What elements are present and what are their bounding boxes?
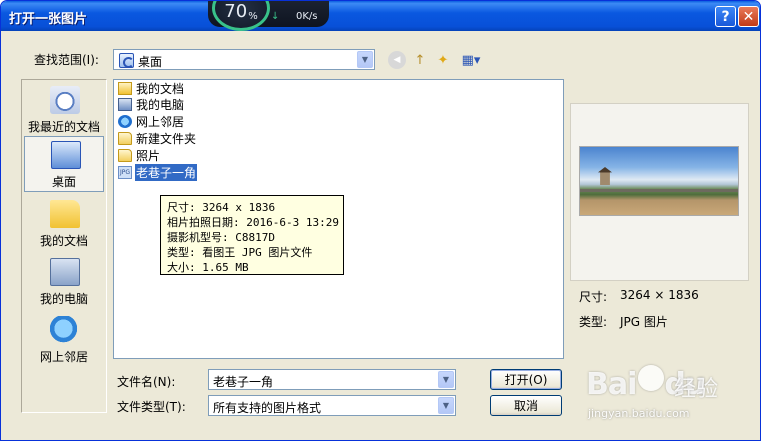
my-documents-icon xyxy=(118,81,132,95)
open-button[interactable]: 打开(O) xyxy=(490,369,562,390)
list-item[interactable]: 我的电脑 xyxy=(118,96,185,112)
speed-percent: 70 xyxy=(224,1,248,22)
tooltip-file-type: 类型: 看图王 JPG 图片文件 xyxy=(167,246,313,259)
new-folder-icon[interactable]: ✦ xyxy=(434,51,452,69)
watermark-url: jingyan.baidu.com xyxy=(588,407,690,420)
preview-type-value: JPG 图片 xyxy=(620,315,668,329)
places-bar: 我最近的文档 桌面 我的文档 我的电脑 网上邻居 xyxy=(21,79,107,413)
preview-type-label: 类型: xyxy=(579,315,608,329)
look-in-value: 桌面 xyxy=(138,55,163,69)
file-name: 新建文件夹 xyxy=(136,131,197,146)
preview-size-label: 尺寸: xyxy=(579,290,608,304)
filetype-combobox[interactable]: 所有支持的图片格式 ▼ xyxy=(208,395,456,416)
speed-percent-sign: % xyxy=(248,11,258,22)
tooltip-camera-model: 摄影机型号: C8817D xyxy=(167,231,275,244)
help-button[interactable]: ? xyxy=(715,6,736,27)
places-item-label: 我最近的文档 xyxy=(27,120,100,134)
places-item-label: 我的文档 xyxy=(39,234,88,248)
window-title: 打开一张图片 xyxy=(9,12,88,27)
list-item[interactable]: 照片 xyxy=(118,147,161,163)
my-documents-icon xyxy=(50,200,80,228)
places-item-label: 网上邻居 xyxy=(39,350,88,364)
places-item-my-computer[interactable]: 我的电脑 xyxy=(24,254,104,310)
desktop-icon xyxy=(51,141,81,169)
file-name: 网上邻居 xyxy=(136,114,185,129)
chevron-down-icon[interactable]: ▼ xyxy=(357,51,373,68)
look-in-label: 查找范围(I): xyxy=(34,53,99,67)
preview-size-value: 3264 × 1836 xyxy=(620,288,699,302)
title-bar[interactable]: 打开一张图片 ? ✕ xyxy=(1,1,760,31)
pavilion-shape xyxy=(598,167,612,185)
image-preview-pane xyxy=(570,103,749,281)
chevron-down-icon[interactable]: ▼ xyxy=(438,371,454,388)
paw-icon xyxy=(638,365,664,391)
places-item-recent[interactable]: 我最近的文档 xyxy=(24,82,104,138)
filetype-value: 所有支持的图片格式 xyxy=(213,401,322,415)
file-info-tooltip: 尺寸: 3264 x 1836 相片拍照日期: 2016-6-3 13:29 摄… xyxy=(160,195,344,275)
filename-input[interactable]: 老巷子一角 xyxy=(213,373,273,390)
cancel-button[interactable]: 取消 xyxy=(490,395,562,416)
preview-thumbnail xyxy=(579,146,739,216)
open-button-label: 打开(O) xyxy=(504,373,548,387)
places-item-desktop[interactable]: 桌面 xyxy=(24,136,104,192)
folder-icon xyxy=(118,148,132,162)
back-icon[interactable]: ◀ xyxy=(388,51,406,69)
baidu-jingyan-watermark: Bai du 经验 jingyan.baidu.com xyxy=(586,363,756,433)
jpg-file-icon: JPG xyxy=(118,165,132,179)
places-item-my-documents[interactable]: 我的文档 xyxy=(24,196,104,252)
network-speed-widget[interactable]: 70% ↓ 0K/s xyxy=(208,1,329,31)
filename-label: 文件名(N): xyxy=(117,375,176,389)
view-menu-icon[interactable]: ▦▾ xyxy=(458,51,484,69)
places-item-label: 桌面 xyxy=(51,175,76,189)
my-computer-icon xyxy=(50,258,80,286)
file-name: 我的文档 xyxy=(136,81,185,96)
network-places-icon xyxy=(50,316,80,344)
tooltip-date-taken: 相片拍照日期: 2016-6-3 13:29 xyxy=(167,216,339,229)
open-image-dialog: 打开一张图片 ? ✕ 70% ↓ 0K/s 查找范围(I): 桌面 ▼ ◀ ↑ … xyxy=(0,0,761,441)
close-icon: ✕ xyxy=(742,8,755,25)
close-button[interactable]: ✕ xyxy=(738,6,759,27)
list-item[interactable]: 网上邻居 xyxy=(118,113,185,129)
tooltip-file-size: 大小: 1.65 MB xyxy=(167,261,249,274)
tooltip-dimensions: 尺寸: 3264 x 1836 xyxy=(167,201,276,214)
speed-gauge: 70% xyxy=(212,1,270,31)
file-name: 我的电脑 xyxy=(136,97,185,112)
desktop-icon xyxy=(119,53,134,68)
list-item[interactable]: 我的文档 xyxy=(118,80,185,96)
list-item-selected[interactable]: JPG 老巷子一角 xyxy=(118,163,198,181)
recent-documents-icon xyxy=(50,86,80,114)
up-folder-icon[interactable]: ↑ xyxy=(411,51,429,69)
places-item-network[interactable]: 网上邻居 xyxy=(24,312,104,368)
my-computer-icon xyxy=(118,97,132,111)
download-speed: 0K/s xyxy=(296,11,318,22)
file-name: 照片 xyxy=(136,148,161,163)
chevron-down-icon[interactable]: ▼ xyxy=(438,397,454,414)
filename-combobox[interactable]: 老巷子一角 ▼ xyxy=(208,369,456,390)
folder-icon xyxy=(118,131,132,145)
look-in-combobox[interactable]: 桌面 ▼ xyxy=(113,49,375,70)
places-item-label: 我的电脑 xyxy=(39,292,88,306)
file-name: 老巷子一角 xyxy=(135,163,198,181)
watermark-sub: 经验 xyxy=(674,377,719,402)
cancel-button-label: 取消 xyxy=(513,399,538,413)
download-arrow-icon: ↓ xyxy=(271,11,280,22)
network-places-icon xyxy=(118,114,132,128)
filetype-label: 文件类型(T): xyxy=(117,400,186,414)
help-icon: ? xyxy=(721,8,730,25)
list-item[interactable]: 新建文件夹 xyxy=(118,130,197,146)
